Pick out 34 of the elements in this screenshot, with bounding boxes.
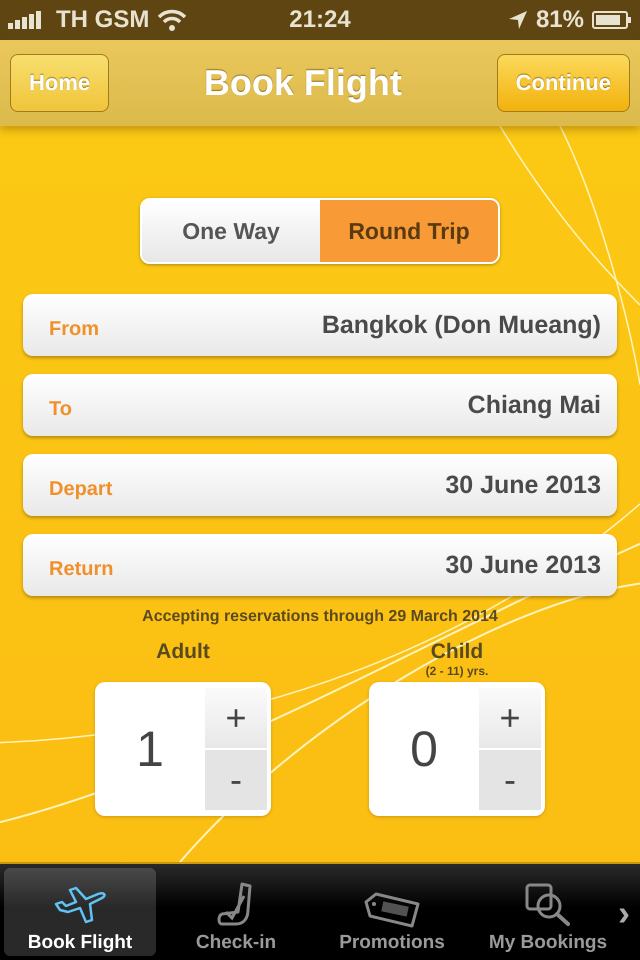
passenger-count: 1 <box>135 720 165 779</box>
decrement-button[interactable]: - <box>205 750 267 810</box>
trip-type-tab[interactable]: Round Trip <box>320 200 498 262</box>
form-row[interactable]: To Chiang Mai <box>23 374 617 436</box>
battery-icon <box>592 10 632 30</box>
location-arrow-icon <box>508 10 528 30</box>
increment-button[interactable]: + <box>479 688 541 748</box>
field-value: 30 June 2013 <box>445 550 601 580</box>
passenger-count: 0 <box>409 720 439 779</box>
tab-bar-item[interactable]: Book Flight <box>4 868 156 956</box>
field-label: To <box>49 398 72 420</box>
decrement-button[interactable]: - <box>479 750 541 810</box>
battery-percent: 81% <box>536 6 584 34</box>
tab-bar-item[interactable]: Promotions <box>316 868 468 956</box>
tab-bar-item[interactable]: Check-in <box>160 868 312 956</box>
field-label: Return <box>49 558 114 580</box>
wifi-icon <box>157 9 188 31</box>
passenger-label: Adult <box>156 640 210 664</box>
carrier-name: TH GSM <box>56 6 150 34</box>
clock-time: 21:24 <box>289 6 351 34</box>
field-label: From <box>49 318 99 340</box>
field-value: 30 June 2013 <box>445 470 601 500</box>
field-label: Depart <box>49 478 112 500</box>
increment-button[interactable]: + <box>205 688 267 748</box>
page-title: Book Flight <box>204 62 402 104</box>
form-row[interactable]: From Bangkok (Don Mueang) <box>23 294 617 356</box>
field-value: Chiang Mai <box>468 390 601 420</box>
age-range: (2 - 11) yrs. <box>426 664 488 678</box>
trip-type-tab[interactable]: One Way <box>142 200 320 262</box>
search-document-icon <box>524 882 572 928</box>
more-chevron[interactable]: › <box>618 892 630 934</box>
field-value: Bangkok (Don Mueang) <box>322 310 601 340</box>
form-row[interactable]: Depart 30 June 2013 <box>23 454 617 516</box>
form-row[interactable]: Return 30 June 2013 <box>23 534 617 596</box>
